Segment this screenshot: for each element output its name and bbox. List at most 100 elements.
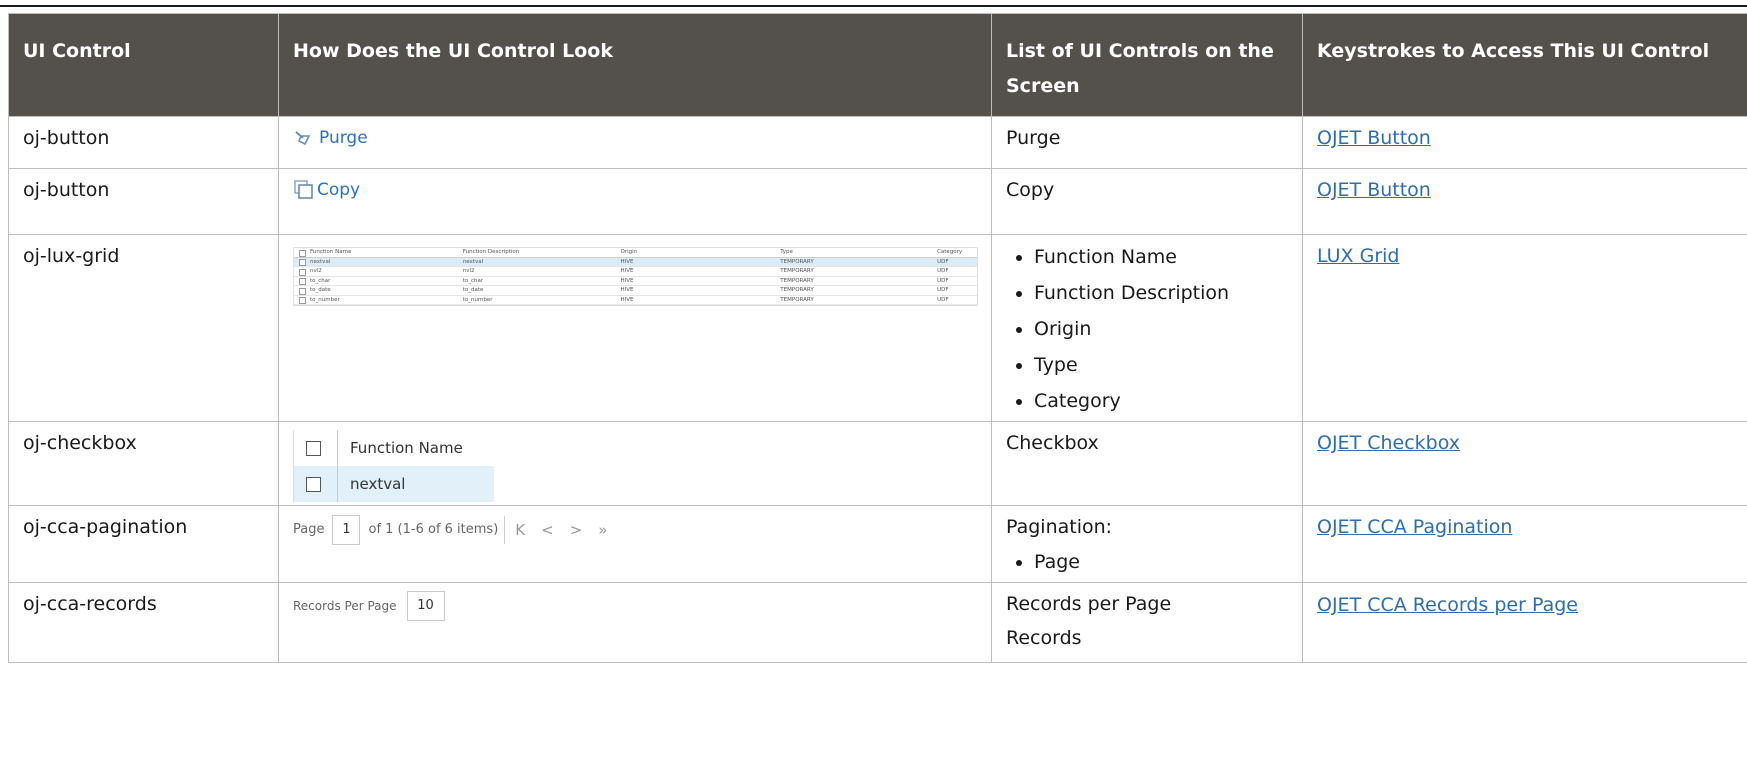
table-row: oj-button Copy Copy OJET Button [8, 168, 1747, 235]
grid-cell: TEMPORARY [780, 287, 814, 293]
lux-grid-preview: Function Name Function Description Origi… [293, 247, 978, 306]
copy-label: Copy [317, 180, 361, 200]
grid-row: to_date to_date HIVE TEMPORARY UDF [294, 286, 977, 296]
records-per-page-input: 10 [406, 591, 445, 621]
control-name: oj-lux-grid [8, 234, 279, 422]
header-keystrokes: Keystrokes to Access This UI Control [1302, 13, 1747, 117]
table-row: oj-cca-pagination Page 1 of 1 (1-6 of 6 … [8, 505, 1747, 583]
checkbox-header-row: Function Name [294, 430, 494, 466]
table-header-row: UI Control How Does the UI Control Look … [8, 13, 1747, 117]
grid-cell: to_char [462, 277, 484, 284]
controls-list: Checkbox [991, 421, 1303, 506]
table-row: oj-button Purge Purge OJET Button [8, 116, 1747, 169]
page-of-text: of 1 (1-6 of 6 items) [368, 522, 499, 537]
grid-cell: UDF [937, 296, 949, 303]
purge-label: Purge [319, 128, 368, 148]
grid-cell: HIVE [620, 268, 634, 274]
prev-page-icon: < [541, 521, 554, 539]
checkbox-icon [299, 249, 306, 257]
ojet-button-link[interactable]: OJET Button [1317, 127, 1431, 149]
grid-cell: UDF [937, 268, 949, 274]
grid-row: to_number to_number HIVE TEMPORARY UDF [294, 296, 977, 305]
records-per-page-item: Records per Page [1006, 593, 1172, 615]
records-item: Records [1006, 627, 1082, 649]
purge-icon [293, 129, 313, 147]
grid-row: nextval nextval HIVE TEMPORARY UDF [294, 257, 977, 267]
control-preview: Purge [278, 116, 992, 169]
pagination-preview: Page 1 of 1 (1-6 of 6 items) K < > » [293, 510, 977, 550]
grid-cell: to_date [462, 287, 484, 293]
checkbox-icon [306, 440, 321, 456]
grid-cell: TEMPORARY [780, 277, 814, 284]
list-item: Function Description [1034, 275, 1288, 311]
ojet-cca-records-link[interactable]: OJET CCA Records per Page [1317, 594, 1578, 616]
lux-grid-link[interactable]: LUX Grid [1317, 245, 1399, 267]
list-item: Category [1034, 383, 1288, 419]
list-item: Origin [1034, 311, 1288, 347]
control-name: oj-cca-pagination [8, 505, 279, 583]
grid-col-header: Origin [620, 249, 638, 255]
table-row: oj-checkbox Function Name nextval Checkb… [8, 421, 1747, 506]
first-page-icon: K [515, 521, 526, 539]
records-preview: Records Per Page 10 [293, 587, 977, 625]
controls-list: Copy [991, 168, 1303, 235]
ui-controls-table: UI Control How Does the UI Control Look … [8, 13, 1747, 663]
grid-col-header: Type [780, 249, 793, 255]
purge-button-preview: Purge [293, 123, 977, 153]
checkbox-icon [299, 278, 306, 285]
page-input: 1 [332, 515, 361, 545]
grid-col-header: Function Description [462, 249, 520, 255]
header-ui-control-look: How Does the UI Control Look [278, 13, 992, 117]
column-divider [337, 466, 338, 502]
grid-cell: UDF [937, 277, 949, 284]
controls-list: Function Name Function Description Origi… [991, 234, 1303, 422]
grid-cell: nvl2 [310, 268, 322, 274]
controls-list: Records per Page Records [991, 582, 1303, 663]
list-item: Page [1034, 544, 1288, 580]
controls-list: Pagination: Page [991, 505, 1303, 583]
column-divider [337, 430, 338, 466]
grid-col-header: Function Name [310, 249, 352, 255]
grid-cell: HIVE [620, 258, 634, 265]
control-preview: Records Per Page 10 [278, 582, 992, 663]
control-name: oj-button [8, 116, 279, 169]
ojet-cca-pagination-link[interactable]: OJET CCA Pagination [1317, 516, 1512, 538]
controls-list: Purge [991, 116, 1303, 169]
grid-col-header: Category [937, 249, 963, 255]
control-name: oj-checkbox [8, 421, 279, 506]
grid-row: to_char to_char HIVE TEMPORARY UDF [294, 277, 977, 286]
grid-cell: HIVE [620, 287, 634, 293]
checkbox-icon [299, 297, 306, 304]
checkbox-icon [299, 268, 306, 276]
grid-cell: TEMPORARY [780, 296, 814, 303]
copy-icon [293, 179, 315, 201]
checkbox-header-label: Function Name [350, 439, 463, 457]
pagination-label: Pagination: [1006, 516, 1113, 538]
control-preview: Function Name nextval [278, 421, 992, 506]
grid-cell: nvl2 [462, 268, 475, 274]
control-preview: Page 1 of 1 (1-6 of 6 items) K < > » [278, 505, 992, 583]
grid-row: nvl2 nvl2 HIVE TEMPORARY UDF [294, 267, 977, 277]
page-label: Page [293, 522, 325, 537]
grid-cell: UDF [937, 258, 949, 265]
pagination-divider [504, 516, 506, 544]
grid-cell: TEMPORARY [780, 268, 814, 274]
grid-cell: nextval [462, 258, 484, 265]
control-name: oj-cca-records [8, 582, 279, 663]
header-ui-controls-list: List of UI Controls on the Screen [991, 13, 1303, 117]
grid-columns-list: Function Name Function Description Origi… [1006, 239, 1288, 419]
grid-cell: HIVE [620, 277, 634, 284]
table-row: oj-cca-records Records Per Page 10 Recor… [8, 582, 1747, 663]
checkbox-icon [299, 259, 306, 266]
grid-cell: nextval [310, 258, 331, 265]
header-ui-control: UI Control [8, 13, 279, 117]
records-per-page-label: Records Per Page [293, 599, 397, 613]
control-preview: Function Name Function Description Origi… [278, 234, 992, 422]
pagination-list: Page [1006, 544, 1288, 580]
grid-header-row: Function Name Function Description Origi… [294, 248, 977, 258]
grid-cell: to_number [310, 296, 340, 303]
ojet-checkbox-link[interactable]: OJET Checkbox [1317, 432, 1460, 454]
grid-cell: UDF [937, 287, 949, 293]
ojet-button-link[interactable]: OJET Button [1317, 179, 1431, 201]
next-page-icon: > [569, 521, 583, 539]
